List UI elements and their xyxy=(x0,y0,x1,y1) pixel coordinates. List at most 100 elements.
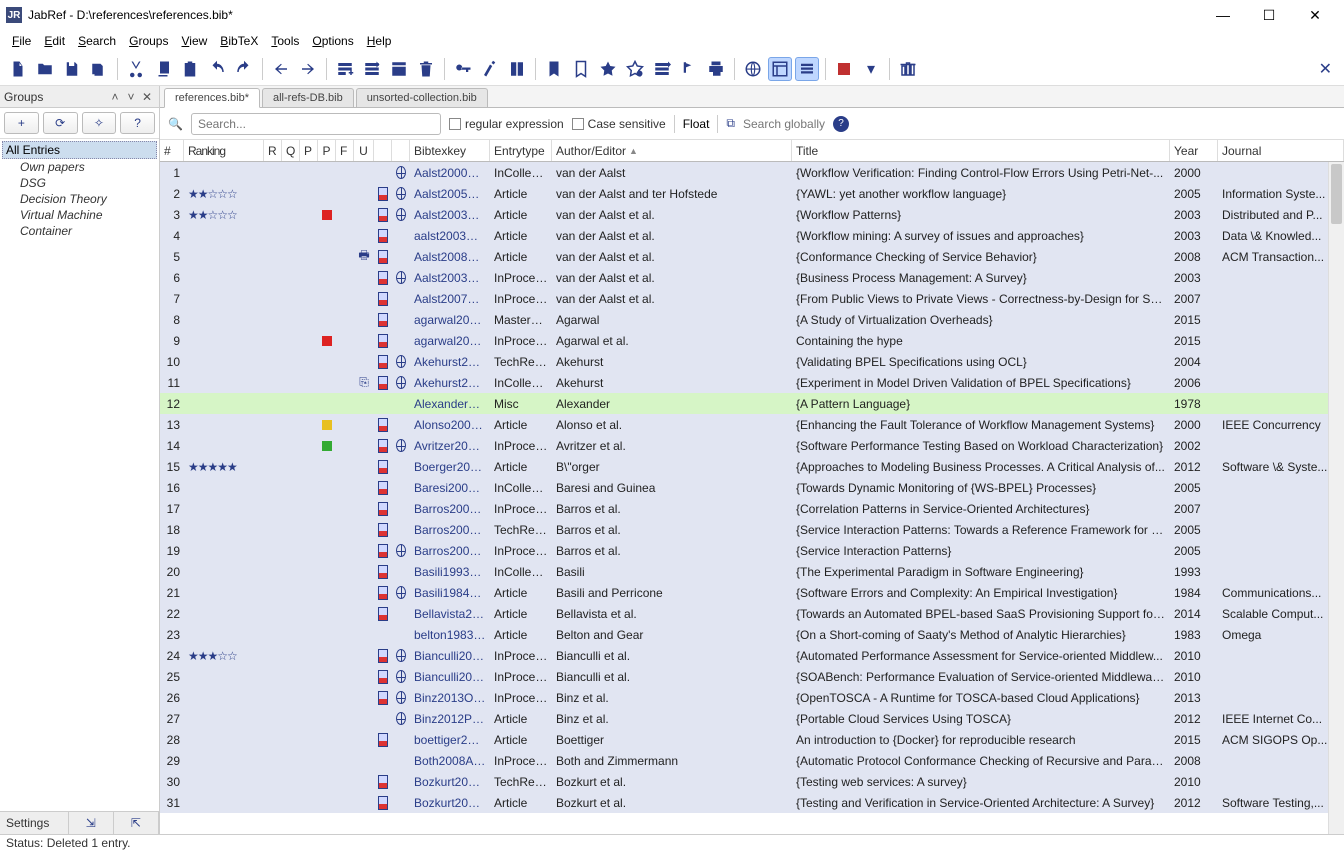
table-row[interactable]: 24★★★☆☆Bianculli201...InProcee...Biancul… xyxy=(160,645,1344,666)
table-row[interactable]: 6Aalst2003Bu...InProcee...van der Aalst … xyxy=(160,267,1344,288)
delete-icon[interactable] xyxy=(414,57,438,81)
table-row[interactable]: 3★★☆☆☆Aalst2003Wo...Articlevan der Aalst… xyxy=(160,204,1344,225)
open-folder-icon[interactable] xyxy=(33,57,57,81)
col-author[interactable]: Author/Editor▲ xyxy=(552,140,792,161)
table-row[interactable]: 13Alonso2000...ArticleAlonso et al.{Enha… xyxy=(160,414,1344,435)
refresh-groups-button[interactable]: ⟳ xyxy=(43,112,78,134)
new-entry-icon[interactable] xyxy=(333,57,357,81)
ranking-icon[interactable] xyxy=(650,57,674,81)
table-row[interactable]: 15★★★★★Boerger2012...ArticleB\"orger{App… xyxy=(160,456,1344,477)
tab-all-refs[interactable]: all-refs-DB.bib xyxy=(262,88,354,107)
table-row[interactable]: 11⎘Akehurst200...InCollecti...Akehurst{E… xyxy=(160,372,1344,393)
save-all-icon[interactable] xyxy=(87,57,111,81)
table-row[interactable]: 26Binz2013Op...InProcee...Binz et al.{Op… xyxy=(160,687,1344,708)
table-row[interactable]: 16Baresi2005T...InCollecti...Baresi and … xyxy=(160,477,1344,498)
expand-icon[interactable]: ⇲ xyxy=(69,812,114,834)
scroll-thumb[interactable] xyxy=(1331,164,1342,224)
dropdown-icon[interactable]: ▾ xyxy=(859,57,883,81)
maximize-button[interactable]: ☐ xyxy=(1246,0,1292,30)
table-row[interactable]: 23belton1983s...ArticleBelton and Gear{O… xyxy=(160,624,1344,645)
merge-icon[interactable] xyxy=(505,57,529,81)
menu-search[interactable]: Search xyxy=(72,32,122,50)
table-row[interactable]: 9agarwal2015...InProcee...Agarwal et al.… xyxy=(160,330,1344,351)
collapse-icon[interactable]: ⇱ xyxy=(114,812,159,834)
add-group-button[interactable]: + xyxy=(4,112,39,134)
auto-group-button[interactable]: ✧ xyxy=(82,112,117,134)
menu-edit[interactable]: Edit xyxy=(38,32,71,50)
scrollbar[interactable] xyxy=(1328,162,1344,834)
priority-icon[interactable] xyxy=(677,57,701,81)
minimize-button[interactable]: — xyxy=(1200,0,1246,30)
menu-help[interactable]: Help xyxy=(361,32,398,50)
entry-table[interactable]: 1Aalst2000Wo...InCollecti...van der Aals… xyxy=(160,162,1344,834)
col-url[interactable] xyxy=(392,140,410,161)
help-groups-button[interactable]: ? xyxy=(120,112,155,134)
col-r[interactable]: R xyxy=(264,140,282,161)
table-row[interactable]: 29Both2008Aut...InProcee...Both and Zimm… xyxy=(160,750,1344,771)
col-u[interactable]: U xyxy=(354,140,374,161)
table-row[interactable]: 20Basili1993Ex...InCollecti...Basili{The… xyxy=(160,561,1344,582)
close-toolbar-icon[interactable]: ✕ xyxy=(1313,59,1338,79)
tree-item[interactable]: Container xyxy=(2,223,157,239)
toggle-preview-icon[interactable] xyxy=(768,57,792,81)
forward-icon[interactable] xyxy=(296,57,320,81)
case-checkbox[interactable]: Case sensitive xyxy=(572,117,666,131)
menu-file[interactable]: File xyxy=(6,32,37,50)
tab-unsorted[interactable]: unsorted-collection.bib xyxy=(356,88,488,107)
col-journal[interactable]: Journal xyxy=(1218,140,1344,161)
menu-bibtex[interactable]: BibTeX xyxy=(214,32,264,50)
table-row[interactable]: 5🖶Aalst2008Co...Articlevan der Aalst et … xyxy=(160,246,1344,267)
undo-icon[interactable] xyxy=(205,57,229,81)
push-to-app-icon[interactable] xyxy=(832,57,856,81)
help-icon[interactable]: ? xyxy=(833,116,849,132)
table-row[interactable]: 14Avritzer2002...InProcee...Avritzer et … xyxy=(160,435,1344,456)
table-row[interactable]: 17Barros2007...InProcee...Barros et al.{… xyxy=(160,498,1344,519)
cut-icon[interactable] xyxy=(124,57,148,81)
table-row[interactable]: 18Barros2005S...TechRep...Barros et al.{… xyxy=(160,519,1344,540)
col-file[interactable] xyxy=(374,140,392,161)
col-ranking[interactable]: Ranking xyxy=(184,140,264,161)
col-title[interactable]: Title xyxy=(792,140,1170,161)
save-icon[interactable] xyxy=(60,57,84,81)
table-row[interactable]: 19Barros2005S...InProcee...Barros et al.… xyxy=(160,540,1344,561)
table-row[interactable]: 8agarwal2015...MastersT...Agarwal{A Stud… xyxy=(160,309,1344,330)
donate-icon[interactable] xyxy=(896,57,920,81)
table-row[interactable]: 12Alexander19...MiscAlexander{A Pattern … xyxy=(160,393,1344,414)
table-row[interactable]: 4aalst2003mi...Articlevan der Aalst et a… xyxy=(160,225,1344,246)
col-q[interactable]: Q xyxy=(282,140,300,161)
col-bibtexkey[interactable]: Bibtexkey xyxy=(410,140,490,161)
generate-key-icon[interactable] xyxy=(451,57,475,81)
table-row[interactable]: 2★★☆☆☆Aalst2005YA...Articlevan der Aalst… xyxy=(160,183,1344,204)
table-row[interactable]: 1Aalst2000Wo...InCollecti...van der Aals… xyxy=(160,162,1344,183)
col-p2[interactable]: P xyxy=(318,140,336,161)
cleanup-icon[interactable] xyxy=(478,57,502,81)
print-icon[interactable] xyxy=(704,57,728,81)
tree-item[interactable]: Virtual Machine xyxy=(2,207,157,223)
copy-icon[interactable] xyxy=(151,57,175,81)
expand-down-icon[interactable]: ˅ xyxy=(123,90,139,104)
col-year[interactable]: Year xyxy=(1170,140,1218,161)
new-file-icon[interactable] xyxy=(6,57,30,81)
col-entrytype[interactable]: Entrytype xyxy=(490,140,552,161)
col-p1[interactable]: P xyxy=(300,140,318,161)
search-globally-link[interactable]: Search globally xyxy=(743,117,825,131)
paste-icon[interactable] xyxy=(178,57,202,81)
regex-checkbox[interactable]: regular expression xyxy=(449,117,564,131)
menu-options[interactable]: Options xyxy=(306,32,359,50)
table-row[interactable]: 21Basili1984S...ArticleBasili and Perric… xyxy=(160,582,1344,603)
close-sidebar-icon[interactable]: ✕ xyxy=(139,90,155,104)
tree-item[interactable]: Decision Theory xyxy=(2,191,157,207)
table-row[interactable]: 22Bellavista20...ArticleBellavista et al… xyxy=(160,603,1344,624)
unmark-icon[interactable] xyxy=(569,57,593,81)
table-row[interactable]: 10Akehurst200...TechRep...Akehurst{Valid… xyxy=(160,351,1344,372)
quality-icon[interactable] xyxy=(623,57,647,81)
search-input[interactable] xyxy=(191,113,441,135)
menu-groups[interactable]: Groups xyxy=(123,32,174,50)
open-external-icon[interactable]: ⧉ xyxy=(726,116,735,131)
close-button[interactable]: ✕ xyxy=(1292,0,1338,30)
relevance-icon[interactable] xyxy=(596,57,620,81)
back-icon[interactable] xyxy=(269,57,293,81)
redo-icon[interactable] xyxy=(232,57,256,81)
mark-icon[interactable] xyxy=(542,57,566,81)
entry-editor-icon[interactable] xyxy=(387,57,411,81)
